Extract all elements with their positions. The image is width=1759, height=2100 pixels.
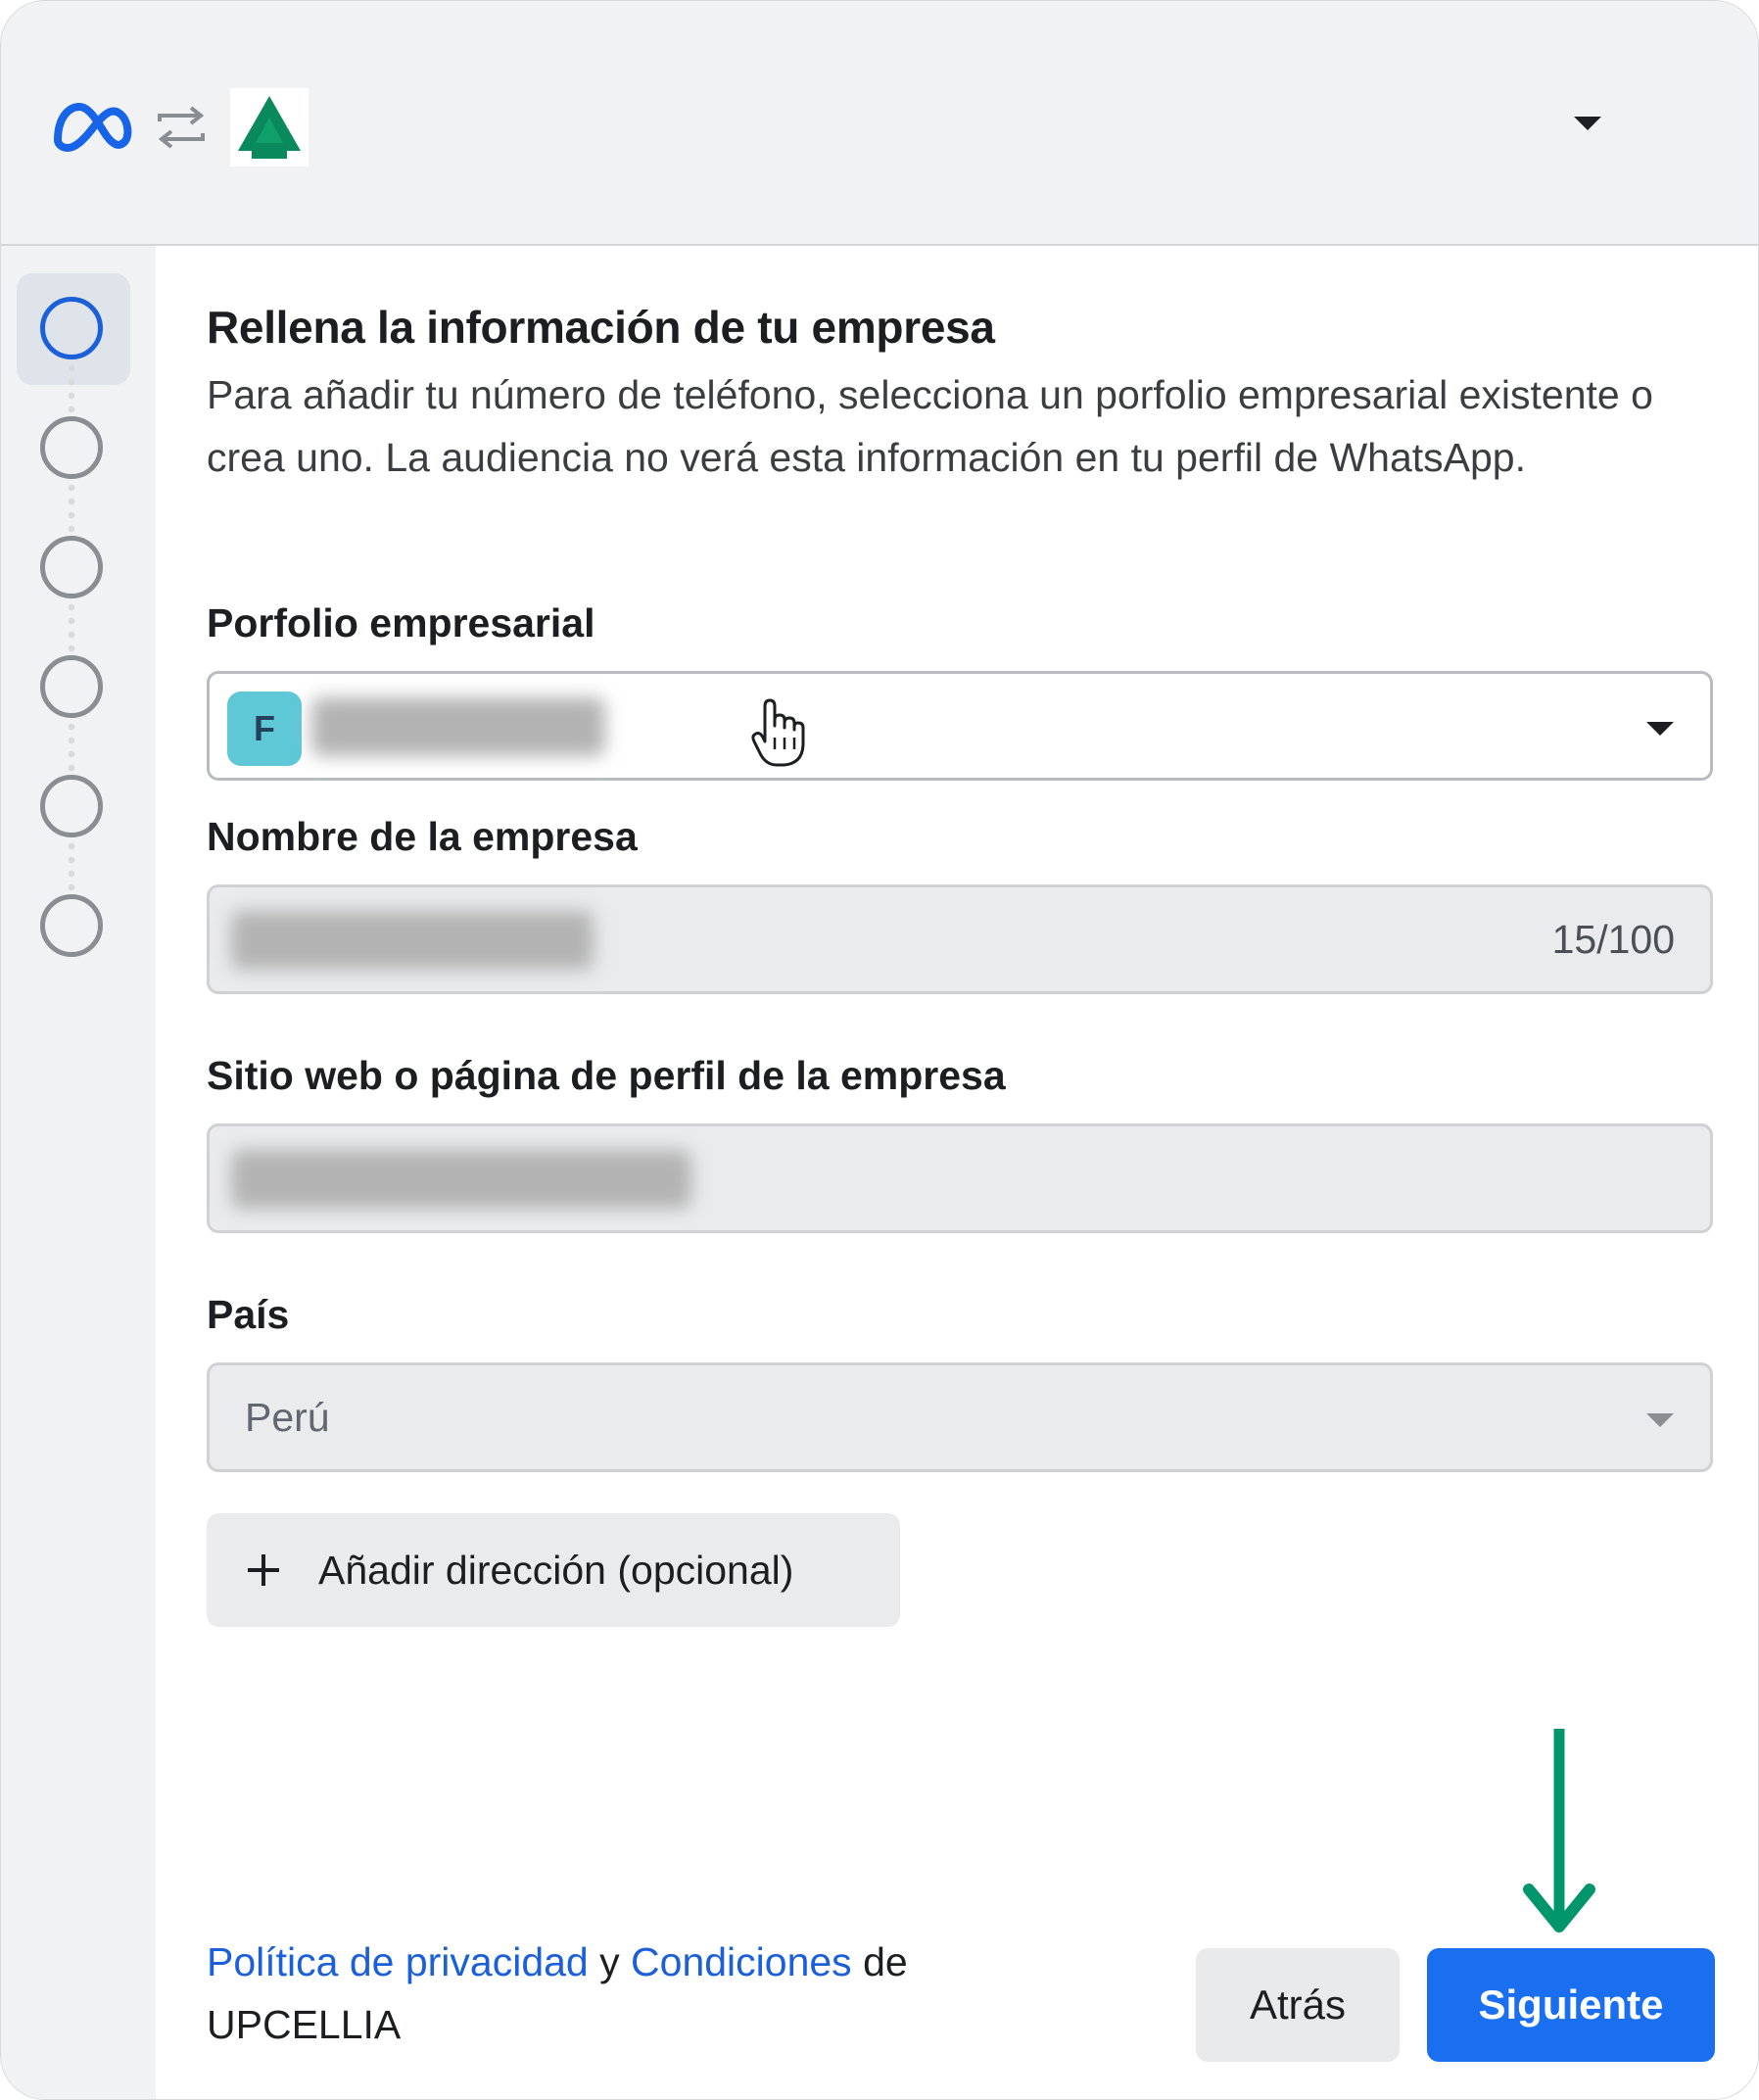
step-connector (68, 361, 75, 416)
step-4-indicator (40, 655, 103, 718)
swap-arrows-icon (158, 106, 205, 149)
arrow-down-annotation-icon (1523, 1729, 1595, 1933)
company-name-label: Nombre de la empresa (207, 814, 638, 859)
add-address-label: Añadir dirección (opcional) (318, 1547, 794, 1593)
step-2-indicator (40, 416, 103, 479)
chevron-down-icon (1646, 1413, 1674, 1427)
back-button[interactable]: Atrás (1196, 1948, 1400, 2062)
portfolio-select[interactable]: F (207, 671, 1713, 781)
website-value-redacted (231, 1150, 691, 1209)
main-content: Rellena la información de tu empresa Par… (156, 246, 1758, 2099)
logo-row (50, 83, 309, 171)
next-button[interactable]: Siguiente (1427, 1948, 1715, 2062)
step-1-indicator (40, 297, 103, 359)
meta-logo-icon (53, 102, 132, 153)
hand-cursor-icon (751, 698, 805, 767)
company-name-value-redacted (231, 911, 594, 970)
privacy-policy-link[interactable]: Política de privacidad (207, 1939, 589, 1984)
portfolio-value-redacted (311, 697, 605, 756)
country-value: Perú (245, 1395, 330, 1440)
country-select[interactable]: Perú (207, 1362, 1713, 1472)
legal-connector: y (588, 1939, 632, 1984)
legal-suffix: de (851, 1939, 908, 1984)
stepper-sidebar (1, 246, 156, 2099)
step-5-indicator (40, 775, 103, 837)
step-connector (68, 481, 75, 536)
step-connector (68, 600, 75, 655)
country-label: País (207, 1292, 290, 1337)
header-bar (1, 1, 1758, 246)
plus-icon (248, 1554, 279, 1586)
page-title: Rellena la información de tu empresa (207, 302, 995, 353)
terms-link[interactable]: Condiciones (631, 1939, 852, 1984)
brand-logo-icon (230, 88, 309, 167)
add-address-button[interactable]: Añadir dirección (opcional) (207, 1513, 900, 1627)
step-3-indicator (40, 536, 103, 598)
step-6-indicator (40, 894, 103, 957)
legal-text: Política de privacidad y Condiciones de … (207, 1931, 1010, 2056)
caret-down-icon[interactable] (1572, 113, 1603, 134)
character-counter: 15/100 (1551, 917, 1675, 962)
company-name-text: UPCELLIA (207, 2002, 402, 2047)
step-connector (68, 720, 75, 775)
website-field[interactable] (207, 1123, 1713, 1233)
company-name-field[interactable]: 15/100 (207, 884, 1713, 994)
page-description: Para añadir tu número de teléfono, selec… (207, 372, 1653, 480)
step-connector (68, 839, 75, 894)
portfolio-avatar: F (227, 692, 302, 766)
website-label: Sitio web o página de perfil de la empre… (207, 1053, 1006, 1098)
dialog-frame: Rellena la información de tu empresa Par… (0, 0, 1759, 2100)
chevron-down-icon (1646, 722, 1674, 736)
portfolio-label: Porfolio empresarial (207, 600, 595, 645)
